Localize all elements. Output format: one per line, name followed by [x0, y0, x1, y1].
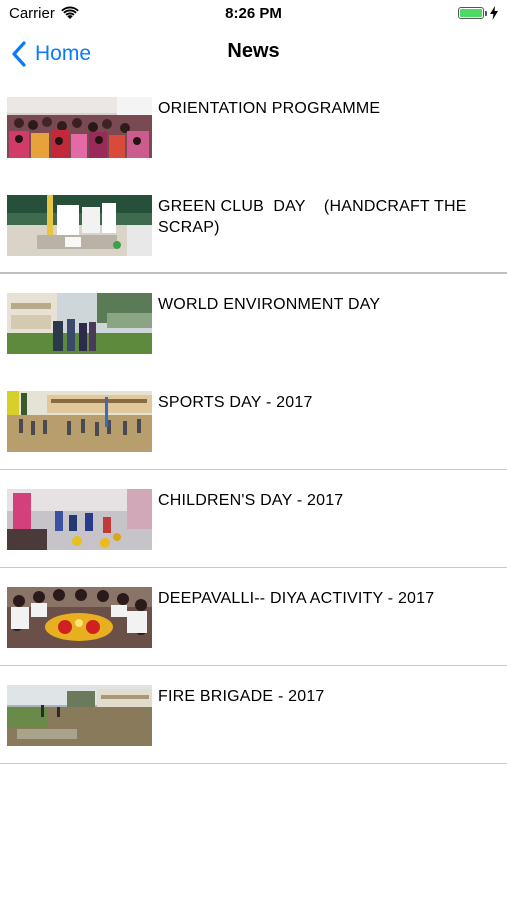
news-item-fire-brigade[interactable]: FIRE BRIGADE - 2017	[0, 666, 507, 764]
charging-bolt-icon	[490, 6, 498, 25]
news-item-orientation[interactable]: ORIENTATION PROGRAMME	[0, 78, 507, 176]
news-item-environment-day[interactable]: WORLD ENVIRONMENT DAY	[0, 274, 507, 372]
news-title: DEEPAVALLI-- DIYA ACTIVITY - 2017	[158, 590, 435, 607]
news-title: ORIENTATION PROGRAMME	[158, 100, 381, 117]
news-item-deepavalli[interactable]: DEEPAVALLI-- DIYA ACTIVITY - 2017	[0, 568, 507, 666]
news-list: ORIENTATION PROGRAMME GREEN CLUB DAY (HA…	[0, 78, 507, 764]
page-title: News	[227, 40, 280, 62]
news-thumbnail	[7, 391, 152, 452]
clock: 8:26 PM	[225, 5, 282, 22]
news-thumbnail	[7, 195, 152, 256]
news-title: GREEN CLUB DAY (HANDCRAFT THE SCRAP)	[158, 198, 472, 236]
status-bar: Carrier 8:26 PM	[0, 0, 507, 28]
news-title: CHILDREN'S DAY - 2017	[158, 492, 344, 509]
news-thumbnail	[7, 97, 152, 158]
news-title: SPORTS DAY - 2017	[158, 394, 313, 411]
news-thumbnail	[7, 685, 152, 746]
battery-icon	[458, 7, 484, 19]
navigation-bar: Home News	[0, 28, 507, 78]
news-title: FIRE BRIGADE - 2017	[158, 688, 325, 705]
news-thumbnail	[7, 489, 152, 550]
news-item-green-club[interactable]: GREEN CLUB DAY (HANDCRAFT THE SCRAP)	[0, 176, 507, 274]
news-item-sports-day[interactable]: SPORTS DAY - 2017	[0, 372, 507, 470]
battery-cap	[485, 11, 487, 16]
news-thumbnail	[7, 293, 152, 354]
news-title: WORLD ENVIRONMENT DAY	[158, 296, 381, 313]
news-item-childrens-day[interactable]: CHILDREN'S DAY - 2017	[0, 470, 507, 568]
news-thumbnail	[7, 587, 152, 648]
